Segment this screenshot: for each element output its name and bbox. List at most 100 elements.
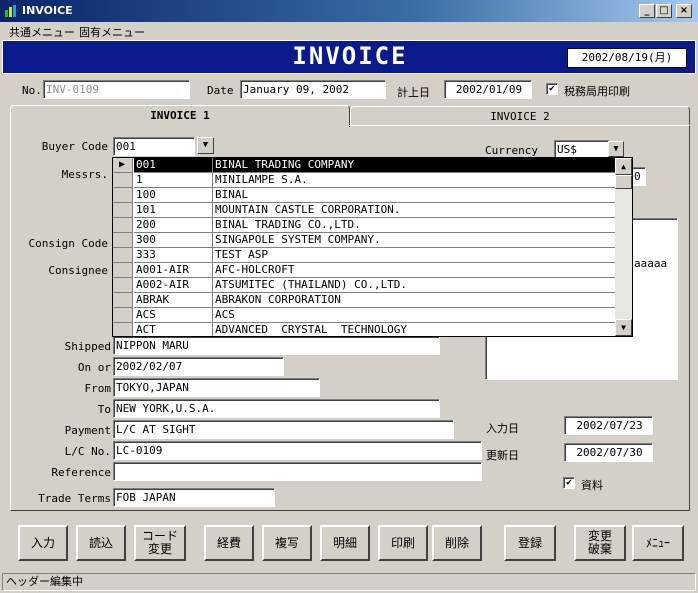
discard-changes-button[interactable]: 変更 破棄 xyxy=(574,525,626,561)
memo-text: aaaaa xyxy=(634,257,668,270)
maximize-button[interactable]: □ xyxy=(656,4,672,18)
material-checkbox[interactable]: ✔ xyxy=(563,477,575,489)
date-field[interactable]: January 09, 2002 xyxy=(240,80,386,99)
delete-button[interactable]: 削除 xyxy=(432,525,482,561)
shipped-label: Shipped xyxy=(64,340,111,353)
invoice-no-field[interactable]: INV-0109 xyxy=(43,80,190,99)
row-selector[interactable] xyxy=(113,203,133,218)
currency-dropdown-button[interactable]: ▼ xyxy=(608,141,624,157)
print-button[interactable]: 印刷 xyxy=(378,525,428,561)
row-selector[interactable] xyxy=(113,188,133,203)
dropdown-scrollbar[interactable]: ▲ ▼ xyxy=(615,158,632,336)
row-selector[interactable] xyxy=(113,308,133,323)
tab-invoice-2[interactable]: INVOICE 2 xyxy=(350,106,690,125)
dropdown-row[interactable]: ACS ACS xyxy=(113,308,615,323)
row-name: AFC-HOLCROFT xyxy=(213,263,615,278)
reference-field[interactable] xyxy=(113,462,482,481)
copy-button[interactable]: 複写 xyxy=(262,525,312,561)
input-date-label: 入力日 xyxy=(486,422,519,435)
consignee-label: Consignee xyxy=(48,264,108,277)
dropdown-row[interactable]: A002-AIR ATSUMITEC (THAILAND) CO.,LTD. xyxy=(113,278,615,293)
messrs-label: Messrs. xyxy=(61,168,108,181)
dropdown-row[interactable]: 101 MOUNTAIN CASTLE CORPORATION. xyxy=(113,203,615,218)
scroll-up-button[interactable]: ▲ xyxy=(615,158,632,175)
input-button[interactable]: 入力 xyxy=(18,525,68,561)
dropdown-row[interactable]: ABRAK ABRAKON CORPORATION xyxy=(113,293,615,308)
row-code: 100 xyxy=(134,188,213,203)
menu-specific[interactable]: 固有メニュー xyxy=(79,24,145,40)
register-button[interactable]: 登録 xyxy=(504,525,556,561)
tax-print-checkbox[interactable]: ✔ xyxy=(546,83,558,95)
dropdown-row[interactable]: 1 MINILAMPE S.A. xyxy=(113,173,615,188)
row-selector[interactable] xyxy=(113,173,133,188)
row-name: MINILAMPE S.A. xyxy=(213,173,615,188)
row-pointer-icon: ▶ xyxy=(119,159,126,170)
lc-no-field[interactable]: LC-0109 xyxy=(113,441,482,460)
dropdown-row[interactable]: 100 BINAL xyxy=(113,188,615,203)
row-name: TEST ASP xyxy=(213,248,615,263)
detail-button[interactable]: 明細 xyxy=(320,525,370,561)
menu-bar: 共通メニュー 固有メニュー xyxy=(0,22,698,40)
app-icon xyxy=(5,5,16,17)
from-label: From xyxy=(84,382,112,395)
menu-common[interactable]: 共通メニュー xyxy=(9,24,75,40)
row-code: 333 xyxy=(134,248,213,263)
scroll-down-button[interactable]: ▼ xyxy=(615,319,632,336)
dropdown-row[interactable]: A001-AIR AFC-HOLCROFT xyxy=(113,263,615,278)
dropdown-row[interactable]: 333 TEST ASP xyxy=(113,248,615,263)
title-bar[interactable]: INVOICE _ □ × xyxy=(0,0,698,22)
row-code: ABRAK xyxy=(134,293,213,308)
row-name: ACS xyxy=(213,308,615,323)
close-button[interactable]: × xyxy=(676,4,692,18)
update-date-field[interactable]: 2002/07/30 xyxy=(564,443,653,462)
buyer-code-label: Buyer Code xyxy=(41,140,108,153)
dropdown-row[interactable]: ACT ADVANCED CRYSTAL TECHNOLOGY xyxy=(113,323,615,336)
row-selector[interactable] xyxy=(113,323,133,336)
expense-button[interactable]: 経費 xyxy=(204,525,254,561)
trade-terms-field[interactable]: FOB JAPAN xyxy=(113,488,275,507)
reference-label: Reference xyxy=(51,466,111,479)
no-label: No. xyxy=(22,84,42,97)
payment-field[interactable]: L/C AT SIGHT xyxy=(113,420,454,439)
row-selector[interactable] xyxy=(113,248,133,263)
row-name: MOUNTAIN CASTLE CORPORATION. xyxy=(213,203,615,218)
row-selector[interactable] xyxy=(113,218,133,233)
from-field[interactable]: TOKYO,JAPAN xyxy=(113,378,320,397)
status-bar: ヘッダー編集中 xyxy=(2,573,696,591)
to-field[interactable]: NEW YORK,U.S.A. xyxy=(113,399,440,418)
menu-button[interactable]: ﾒﾆｭｰ xyxy=(632,525,684,561)
chevron-down-icon: ▼ xyxy=(202,140,209,150)
shipped-field[interactable]: NIPPON MARU xyxy=(113,336,440,355)
buyer-code-dropdown-list[interactable]: ▶ 001 BINAL TRADING COMPANY 1 MINILAMPE S.A.… xyxy=(112,157,633,337)
row-code: A002-AIR xyxy=(134,278,213,293)
input-date-field[interactable]: 2002/07/23 xyxy=(564,416,653,435)
row-selector[interactable] xyxy=(113,233,133,248)
material-label: 資料 xyxy=(581,479,603,492)
arrow-down-icon: ▼ xyxy=(621,323,626,332)
load-button[interactable]: 読込 xyxy=(76,525,126,561)
row-code: 200 xyxy=(134,218,213,233)
buyer-code-field[interactable]: 001 xyxy=(113,137,195,156)
minimize-button[interactable]: _ xyxy=(639,4,655,18)
booking-date-field[interactable]: 2002/01/09 xyxy=(444,80,532,99)
row-selector[interactable] xyxy=(113,293,133,308)
dropdown-row[interactable]: ▶ 001 BINAL TRADING COMPANY xyxy=(113,158,615,173)
to-label: To xyxy=(97,403,111,416)
date-label: Date xyxy=(207,84,234,97)
on-or-field[interactable]: 2002/02/07 xyxy=(113,357,284,376)
window-title: INVOICE xyxy=(22,4,73,17)
code-change-button[interactable]: コード 変更 xyxy=(134,525,186,561)
row-code: 300 xyxy=(134,233,213,248)
row-name: ABRAKON CORPORATION xyxy=(213,293,615,308)
buyer-code-dropdown-button[interactable]: ▼ xyxy=(197,137,214,154)
dropdown-row[interactable]: 300 SINGAPOLE SYSTEM COMPANY. xyxy=(113,233,615,248)
row-selector[interactable] xyxy=(113,278,133,293)
consign-code-label: Consign Code xyxy=(28,237,108,250)
dropdown-row[interactable]: 200 BINAL TRADING CO.,LTD. xyxy=(113,218,615,233)
scroll-thumb[interactable] xyxy=(615,175,632,189)
row-selector[interactable] xyxy=(113,263,133,278)
on-or-label: On or xyxy=(77,361,111,374)
chevron-down-icon: ▼ xyxy=(613,144,619,154)
trade-terms-label: Trade Terms xyxy=(38,492,111,505)
row-selector[interactable]: ▶ xyxy=(113,158,133,173)
